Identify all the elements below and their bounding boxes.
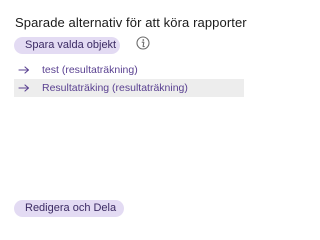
list-item-label: Resultaträking (resultaträkning) xyxy=(42,82,188,94)
arrow-right-icon xyxy=(18,84,30,92)
saved-options-panel: Sparade alternativ för att köra rapporte… xyxy=(0,0,247,228)
save-selected-button[interactable]: Spara valda objekt xyxy=(14,37,120,54)
arrow-right-icon xyxy=(18,66,30,74)
list-item[interactable]: test (resultaträkning) xyxy=(14,61,244,79)
saved-options-list: test (resultaträkning) Resultaträking (r… xyxy=(14,61,244,97)
list-item-label: test (resultaträkning) xyxy=(42,64,138,76)
list-item[interactable]: Resultaträking (resultaträkning) xyxy=(14,79,244,97)
info-icon[interactable] xyxy=(136,36,150,50)
edit-and-share-button[interactable]: Redigera och Dela xyxy=(14,200,124,217)
panel-title: Sparade alternativ för att köra rapporte… xyxy=(15,15,247,30)
